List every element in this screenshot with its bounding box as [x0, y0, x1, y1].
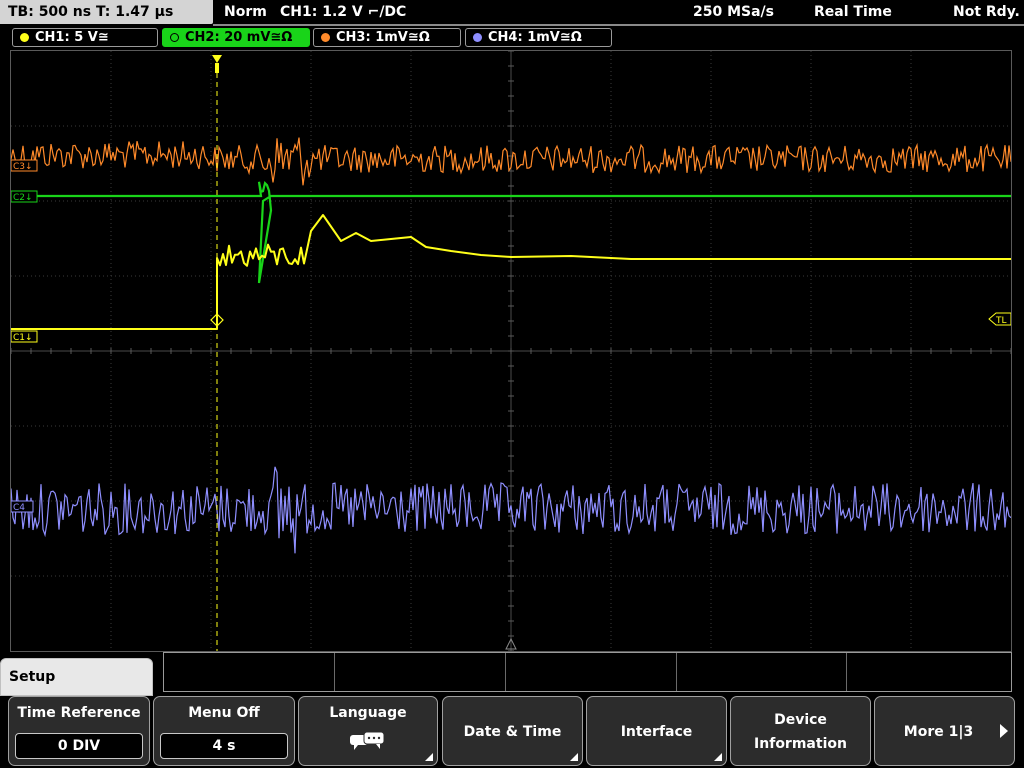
- history-bar: [163, 652, 1012, 692]
- trigger-status: Not Rdy.: [953, 4, 1020, 20]
- ch1-offset-marker[interactable]: C1↓: [11, 330, 38, 343]
- date-time-label: Date & Time: [463, 724, 562, 740]
- channel-tab-ch2[interactable]: CH2: 20 mV≅Ω: [162, 28, 310, 47]
- language-softkey[interactable]: Language: [298, 696, 438, 766]
- ch2-label: CH2: 20 mV≅Ω: [185, 30, 293, 45]
- waveform-display[interactable]: C3↓ C2↓ C1↓ C4 TL: [10, 50, 1012, 652]
- device-information-label: Device: [774, 712, 827, 728]
- language-label: Language: [329, 705, 407, 721]
- top-status-bar: TB: 500 ns T: 1.47 µs Norm CH1: 1.2 V ⌐/…: [0, 0, 1024, 26]
- trigger-settings[interactable]: CH1: 1.2 V ⌐/DC: [280, 0, 406, 24]
- trigger-level-label: TL: [995, 316, 1007, 326]
- sample-rate: 250 MSa/s: [693, 4, 775, 20]
- device-information-softkey[interactable]: Device Information: [730, 696, 871, 766]
- ch4-label: CH4: 1mV≅Ω: [488, 30, 582, 45]
- menu-title: Setup: [9, 669, 56, 685]
- interface-softkey[interactable]: Interface: [586, 696, 727, 766]
- ch1-label: CH1: 5 V≅: [35, 30, 109, 45]
- more-softkey[interactable]: More 1|3: [874, 696, 1015, 766]
- trigger-level-marker[interactable]: TL: [988, 312, 1011, 326]
- softkey-bar: Time Reference 0 DIV Menu Off 4 s Langua…: [0, 696, 1024, 768]
- timebase-readout[interactable]: TB: 500 ns T: 1.47 µs: [0, 0, 213, 24]
- device-information-label-line2: Information: [754, 736, 847, 752]
- speech-bubbles-icon: [350, 731, 385, 750]
- more-label: More 1|3: [903, 724, 974, 740]
- ch3-label: CH3: 1mV≅Ω: [336, 30, 430, 45]
- time-reference-value: 0 DIV: [15, 733, 143, 759]
- date-time-softkey[interactable]: Date & Time: [442, 696, 583, 766]
- ch4-color-dot: [473, 33, 482, 42]
- time-reference-label: Time Reference: [17, 705, 141, 721]
- menu-off-softkey[interactable]: Menu Off 4 s: [153, 696, 295, 766]
- channel-strip: CH1: 5 V≅ CH2: 20 mV≅Ω CH3: 1mV≅Ω CH4: 1…: [0, 26, 1024, 50]
- submenu-corner-icon: [425, 753, 433, 761]
- submenu-corner-icon: [714, 753, 722, 761]
- ch2-offset-marker[interactable]: C2↓: [11, 190, 38, 203]
- ch3-marker-label: C3↓: [13, 162, 33, 172]
- ch3-color-dot: [321, 33, 330, 42]
- channel-tab-ch3[interactable]: CH3: 1mV≅Ω: [313, 28, 461, 47]
- next-page-arrow-icon: [1000, 724, 1008, 738]
- ch1-marker-label: C1↓: [13, 333, 33, 343]
- ch2-marker-label: C2↓: [13, 193, 33, 203]
- waveform-canvas: C3↓ C2↓ C1↓ C4 TL: [11, 51, 1011, 651]
- history-divider: [505, 653, 506, 691]
- channel-tab-ch4[interactable]: CH4: 1mV≅Ω: [465, 28, 612, 47]
- history-divider: [334, 653, 335, 691]
- history-divider: [676, 653, 677, 691]
- trigger-position-icon: [212, 55, 222, 63]
- interface-label: Interface: [620, 724, 693, 740]
- ch3-offset-marker[interactable]: C3↓: [11, 159, 38, 172]
- ch4-marker-label: C4: [13, 503, 25, 513]
- acquisition-mode[interactable]: Real Time: [814, 0, 892, 24]
- channel-tab-ch1[interactable]: CH1: 5 V≅: [12, 28, 158, 47]
- trigger-mode[interactable]: Norm: [224, 0, 267, 24]
- ch4-offset-marker[interactable]: C4: [11, 500, 34, 513]
- ch2-color-dot: [170, 33, 179, 42]
- menu-off-value: 4 s: [160, 733, 288, 759]
- time-reference-softkey[interactable]: Time Reference 0 DIV: [8, 696, 150, 766]
- menu-title-tab: Setup: [0, 658, 153, 696]
- submenu-corner-icon: [570, 753, 578, 761]
- graticule: [11, 51, 1011, 651]
- trigger-position-stem: [215, 63, 219, 73]
- ch1-color-dot: [20, 33, 29, 42]
- history-divider: [846, 653, 847, 691]
- menu-off-label: Menu Off: [188, 705, 260, 721]
